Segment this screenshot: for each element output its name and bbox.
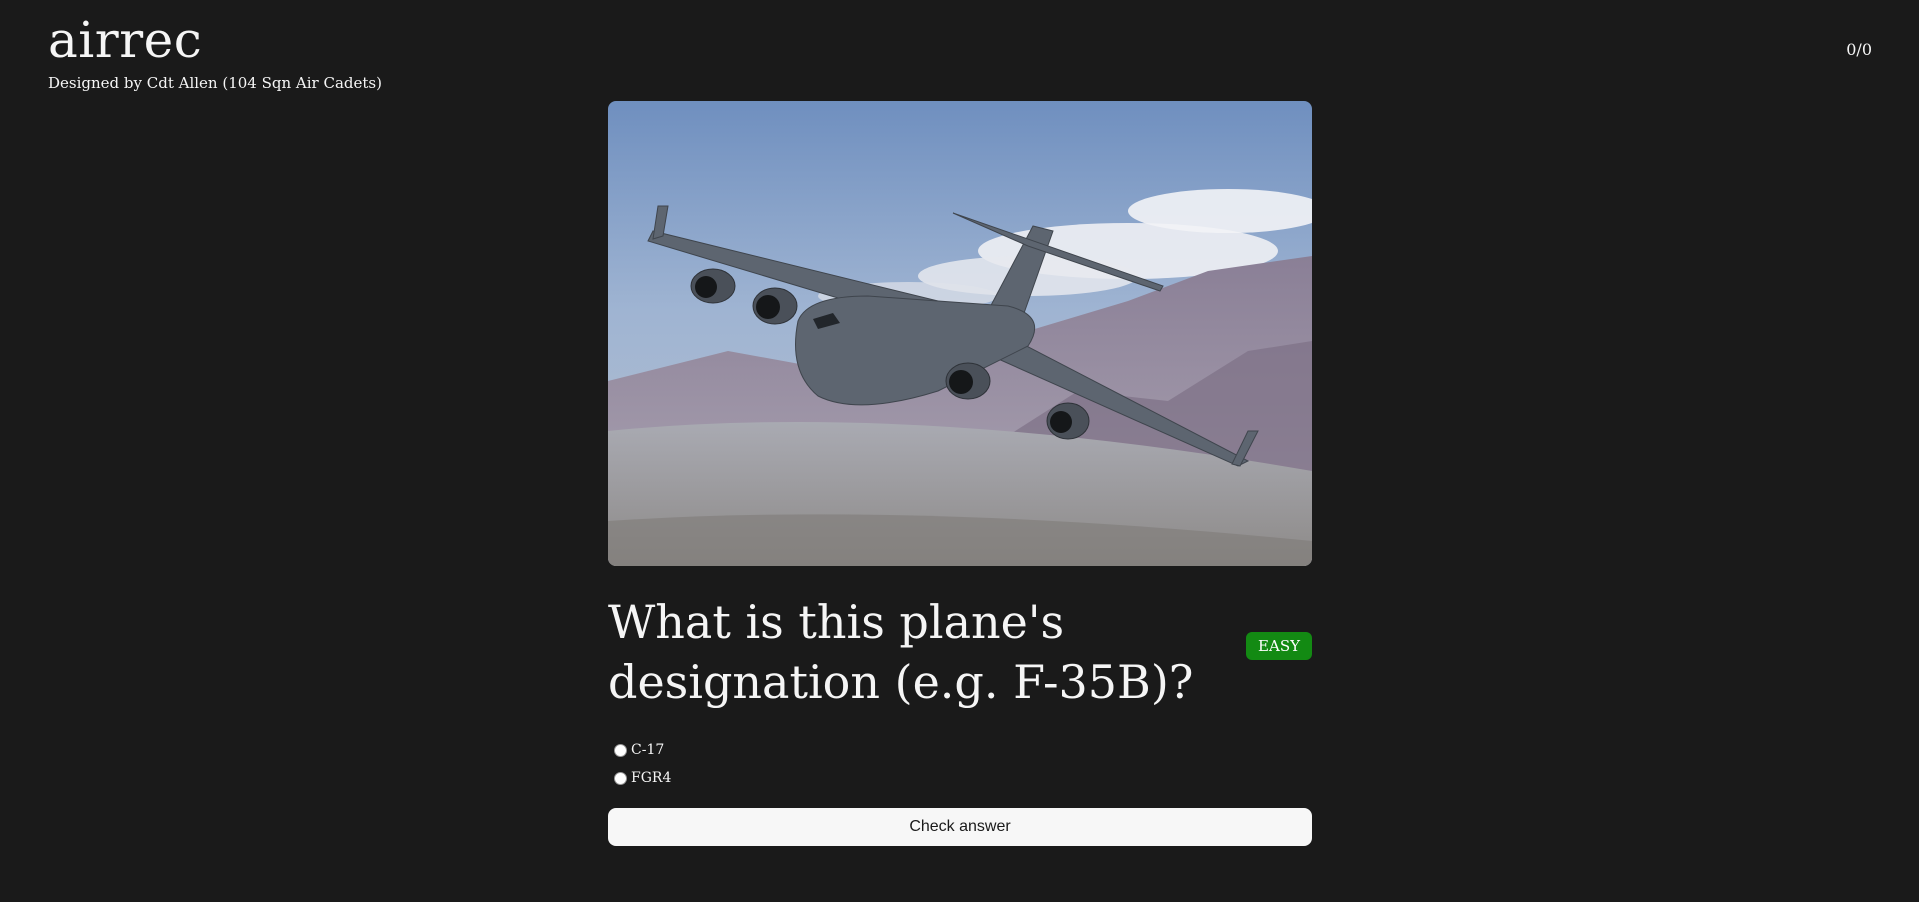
check-answer-button[interactable]: Check answer — [608, 808, 1312, 846]
quiz-card: What is this plane's designation (e.g. F… — [608, 101, 1312, 846]
radio-button[interactable] — [614, 771, 627, 785]
option-label: C-17 — [631, 742, 665, 758]
answer-options: C-17 FGR4 — [608, 736, 1312, 792]
plane-image — [608, 101, 1312, 566]
option-fgr4[interactable]: FGR4 — [608, 764, 1312, 792]
option-c17[interactable]: C-17 — [608, 736, 1312, 764]
radio-button[interactable] — [614, 743, 627, 757]
option-label: FGR4 — [631, 770, 672, 786]
header: airrec Designed by Cdt Allen (104 Sqn Ai… — [48, 10, 382, 92]
question-row: What is this plane's designation (e.g. F… — [608, 592, 1312, 710]
question-text: What is this plane's designation (e.g. F… — [608, 595, 1194, 709]
score-counter: 0/0 — [1846, 40, 1872, 59]
difficulty-badge: EASY — [1246, 632, 1312, 660]
app-title: airrec — [48, 11, 203, 69]
app-subtitle: Designed by Cdt Allen (104 Sqn Air Cadet… — [48, 74, 382, 92]
